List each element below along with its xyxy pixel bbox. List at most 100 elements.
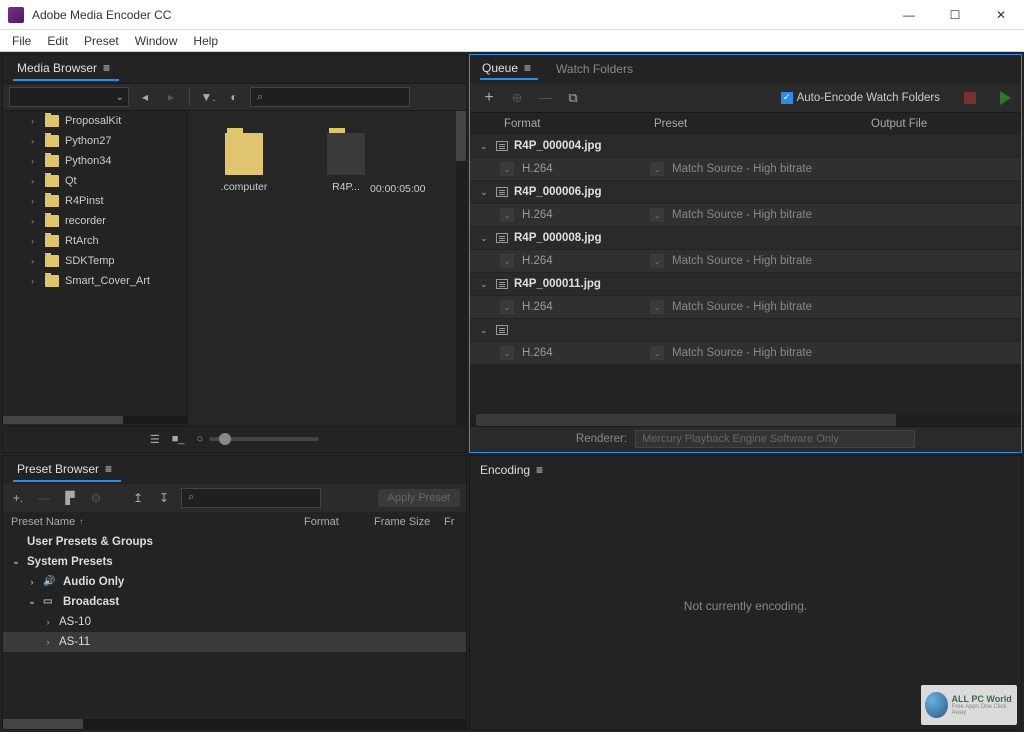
tree-item[interactable]: ›ProposalKit xyxy=(3,111,187,131)
preset-scroll-h[interactable] xyxy=(3,719,466,729)
menu-preset[interactable]: Preset xyxy=(76,32,127,50)
menu-window[interactable]: Window xyxy=(127,32,186,50)
menu-help[interactable]: Help xyxy=(185,32,226,50)
tree-item[interactable]: ›recorder xyxy=(3,211,187,231)
preset-group-audio[interactable]: ›🔊Audio Only xyxy=(3,572,466,592)
export-preset-button[interactable]: ↧ xyxy=(155,489,173,507)
format-dropdown-icon[interactable]: ⌄ xyxy=(500,208,514,222)
minimize-button[interactable]: — xyxy=(886,0,932,30)
preset-dropdown-icon[interactable]: ⌄ xyxy=(650,346,664,360)
preset-dropdown-icon[interactable]: ⌄ xyxy=(650,162,664,176)
queue-item[interactable]: ⌄H.264⌄Match Source - High bitrate xyxy=(470,296,1021,318)
col-fr[interactable]: Fr xyxy=(444,516,458,528)
col-frame-size[interactable]: Frame Size xyxy=(374,516,444,528)
duplicate-button[interactable]: ⧉ xyxy=(564,89,582,107)
queue-item[interactable]: ⌄H.264⌄Match Source - High bitrate xyxy=(470,158,1021,180)
format-dropdown-icon[interactable]: ⌄ xyxy=(500,300,514,314)
queue-group[interactable]: ⌄R4P_000008.jpg xyxy=(470,227,1021,249)
window-titlebar: Adobe Media Encoder CC — ☐ ✕ xyxy=(0,0,1024,30)
queue-item[interactable]: ⌄H.264⌄Match Source - High bitrate xyxy=(470,250,1021,272)
col-preset[interactable]: Preset xyxy=(654,118,871,130)
document-icon xyxy=(496,141,508,151)
tree-item[interactable]: ›Qt xyxy=(3,171,187,191)
add-output-button[interactable]: ⊕ xyxy=(508,89,526,107)
media-item[interactable]: R4P... 00:00:05:00 xyxy=(312,133,380,193)
import-preset-button[interactable]: ↥ xyxy=(129,489,147,507)
preset-item[interactable]: ›AS-11 xyxy=(3,632,466,652)
close-button[interactable]: ✕ xyxy=(978,0,1024,30)
panel-menu-icon[interactable]: ≡ xyxy=(103,61,115,75)
queue-group[interactable]: ⌄R4P_000011.jpg xyxy=(470,273,1021,295)
preset-group-user[interactable]: User Presets & Groups xyxy=(3,532,466,552)
maximize-button[interactable]: ☐ xyxy=(932,0,978,30)
remove-preset-button[interactable]: — xyxy=(35,489,53,507)
preset-item[interactable]: ›AS-10 xyxy=(3,612,466,632)
content-scroll-v[interactable] xyxy=(456,111,466,426)
media-browser-footer: ☰ ■_ ○ xyxy=(3,426,466,452)
panel-menu-icon[interactable]: ≡ xyxy=(524,61,536,75)
format-dropdown-icon[interactable]: ⌄ xyxy=(500,254,514,268)
preset-search-input[interactable]: ⌕ xyxy=(181,488,321,508)
stop-queue-button[interactable] xyxy=(964,92,976,104)
tree-item[interactable]: ›Python34 xyxy=(3,151,187,171)
media-content: .computer R4P... 00:00:05:00 xyxy=(188,111,466,426)
tab-preset-browser[interactable]: Preset Browser ≡ xyxy=(13,458,121,482)
queue-group[interactable]: ⌄R4P_000006.jpg xyxy=(470,181,1021,203)
add-source-button[interactable]: + xyxy=(480,89,498,107)
list-view-icon[interactable]: ☰ xyxy=(150,433,160,446)
queue-group[interactable]: ⌄ xyxy=(470,319,1021,341)
preset-settings-button[interactable]: ⚙ xyxy=(87,489,105,507)
tree-item[interactable]: ›R4Pinst xyxy=(3,191,187,211)
tree-item[interactable]: ›RtArch xyxy=(3,231,187,251)
tab-media-browser[interactable]: Media Browser ≡ xyxy=(13,57,119,81)
queue-scroll-h[interactable] xyxy=(470,414,1021,426)
tab-encoding[interactable]: Encoding ≡ xyxy=(480,463,548,477)
tree-scroll-h[interactable] xyxy=(3,416,187,424)
chevron-down-icon: ⌄ xyxy=(480,141,490,152)
panel-menu-icon[interactable]: ≡ xyxy=(536,463,548,477)
tab-watch-folders[interactable]: Watch Folders xyxy=(554,59,635,79)
col-format[interactable]: Format xyxy=(504,118,654,130)
encoding-panel: Encoding ≡ Not currently encoding. ALL P… xyxy=(469,455,1022,730)
col-format[interactable]: Format xyxy=(304,516,374,528)
thumb-view-icon[interactable]: ■_ xyxy=(172,433,185,445)
renderer-label: Renderer: xyxy=(576,433,627,445)
new-group-button[interactable]: ▛ xyxy=(61,489,79,507)
col-output[interactable]: Output File xyxy=(871,118,1011,130)
remove-button[interactable]: — xyxy=(536,89,554,107)
preset-dropdown-icon[interactable]: ⌄ xyxy=(650,254,664,268)
auto-encode-checkbox[interactable]: ✓ Auto-Encode Watch Folders xyxy=(781,92,940,104)
path-dropdown[interactable]: ⌄ xyxy=(9,87,129,107)
start-queue-button[interactable] xyxy=(1000,91,1011,105)
filter-icon[interactable]: ▼. xyxy=(198,87,218,107)
folder-tree: ›ProposalKit ›Python27 ›Python34 ›Qt ›R4… xyxy=(3,111,188,426)
nav-forward-button[interactable]: ▸ xyxy=(161,87,181,107)
ingest-icon[interactable]: ◐ xyxy=(224,87,244,107)
apply-preset-button[interactable]: Apply Preset xyxy=(378,489,460,507)
nav-back-button[interactable]: ◂ xyxy=(135,87,155,107)
format-dropdown-icon[interactable]: ⌄ xyxy=(500,346,514,360)
menu-file[interactable]: File xyxy=(4,32,39,50)
queue-item[interactable]: ⌄H.264⌄Match Source - High bitrate xyxy=(470,204,1021,226)
media-item[interactable]: .computer xyxy=(210,133,278,193)
panel-menu-icon[interactable]: ≡ xyxy=(105,462,117,476)
document-icon xyxy=(496,187,508,197)
add-preset-button[interactable]: +. xyxy=(9,489,27,507)
preset-group-system[interactable]: ⌄System Presets xyxy=(3,552,466,572)
renderer-dropdown[interactable]: Mercury Playback Engine Software Only xyxy=(635,430,915,448)
col-preset-name[interactable]: Preset Name xyxy=(11,516,75,528)
menu-edit[interactable]: Edit xyxy=(39,32,76,50)
preset-dropdown-icon[interactable]: ⌄ xyxy=(650,300,664,314)
queue-group[interactable]: ⌄R4P_000004.jpg xyxy=(470,135,1021,157)
zoom-slider[interactable]: ○ xyxy=(196,433,319,445)
tree-item[interactable]: ›Smart_Cover_Art xyxy=(3,271,187,291)
queue-toolbar: + ⊕ — ⧉ ✓ Auto-Encode Watch Folders xyxy=(470,83,1021,113)
tree-item[interactable]: ›SDKTemp xyxy=(3,251,187,271)
preset-dropdown-icon[interactable]: ⌄ xyxy=(650,208,664,222)
tree-item[interactable]: ›Python27 xyxy=(3,131,187,151)
queue-item[interactable]: ⌄H.264⌄Match Source - High bitrate xyxy=(470,342,1021,364)
preset-group-broadcast[interactable]: ⌄▭Broadcast xyxy=(3,592,466,612)
tab-queue[interactable]: Queue≡ xyxy=(480,58,538,80)
search-input[interactable]: ⌕ xyxy=(250,87,410,107)
format-dropdown-icon[interactable]: ⌄ xyxy=(500,162,514,176)
